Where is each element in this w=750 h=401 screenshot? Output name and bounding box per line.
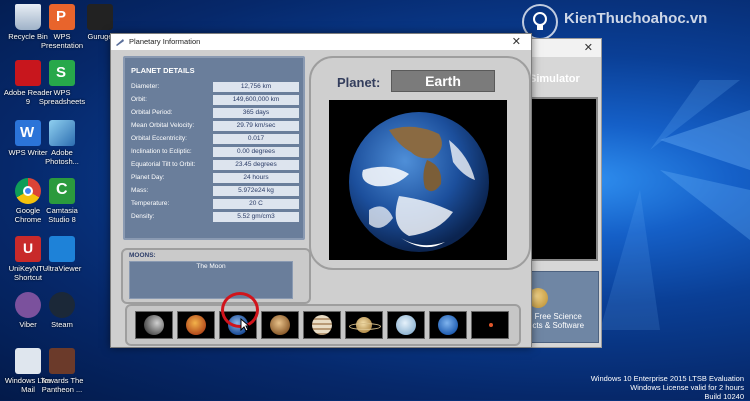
detail-row: Equatorial Tilt to Orbit: 23.45 degrees — [131, 160, 299, 171]
wps-presentation-icon: P — [49, 4, 75, 30]
simulator-display — [528, 97, 598, 261]
detail-value: 5.972e24 kg — [213, 186, 299, 196]
detail-row: Density: 5.52 gm/cm3 — [131, 212, 299, 223]
adobe-photoshop-icon — [49, 120, 75, 146]
detail-row: Mass: 5.972e24 kg — [131, 186, 299, 197]
mouse-cursor-icon — [240, 318, 250, 332]
detail-value: 12,756 km — [213, 82, 299, 92]
pantheon-game-icon — [49, 348, 75, 374]
desktop-icon-pantheon-game[interactable]: Towards The Pantheon ... — [36, 348, 88, 394]
detail-label: Orbit: — [131, 96, 147, 103]
detail-value: 23.45 degrees — [213, 160, 299, 170]
detail-row: Orbit: 149,600,000 km — [131, 95, 299, 106]
detail-label: Planet Day: — [131, 174, 165, 181]
planet-button-uranus[interactable] — [387, 311, 425, 339]
detail-label: Density: — [131, 213, 155, 220]
desktop-icon-label: Adobe Photosh... — [45, 148, 79, 166]
detail-value: 149,600,000 km — [213, 95, 299, 105]
planet-name-display: Earth — [391, 70, 495, 92]
windows-license-text: Windows License valid for 2 hours — [630, 383, 744, 392]
detail-label: Temperature: — [131, 200, 170, 207]
desktop-icon-ultraviewer[interactable]: UltraViewer — [36, 236, 88, 273]
detail-label: Mean Orbital Velocity: — [131, 122, 195, 129]
detail-row: Mean Orbital Velocity: 29.79 km/sec — [131, 121, 299, 132]
detail-label: Orbital Period: — [131, 109, 173, 116]
detail-value: 0.017 — [213, 134, 299, 144]
planetary-information-window[interactable]: Planetary Information ✕ PLANET DETAILS D… — [110, 33, 532, 348]
watermark: KienThuchoahoc.vn — [522, 4, 750, 40]
watermark-text: KienThuchoahoc.vn — [564, 10, 708, 27]
moon-list-item[interactable]: The Moon — [130, 263, 292, 270]
planet-button-mercury[interactable] — [135, 311, 173, 339]
detail-label: Inclination to Ecliptic: — [131, 148, 192, 155]
desktop-icon-label: WPS Spreadsheets — [38, 88, 86, 106]
detail-label: Equatorial Tilt to Orbit: — [131, 161, 196, 168]
wps-spreadsheets-icon: S — [49, 60, 75, 86]
planet-button-pluto[interactable] — [471, 311, 509, 339]
detail-row: Orbital Period: 365 days — [131, 108, 299, 119]
guruge-icon — [87, 4, 113, 30]
desktop-icon-label: UltraViewer — [42, 264, 82, 273]
background-window-close-icon[interactable]: ✕ — [584, 41, 593, 54]
planet-details-panel: PLANET DETAILS Diameter: 12,756 km Orbit:… — [123, 56, 305, 240]
planet-label: Planet: — [337, 75, 381, 90]
moons-panel: MOONS: The Moon — [121, 248, 311, 304]
planet-button-mars[interactable] — [261, 311, 299, 339]
planet-button-neptune[interactable] — [429, 311, 467, 339]
detail-row: Orbital Eccentricity: 0.017 — [131, 134, 299, 145]
desktop-icon-adobe-photoshop[interactable]: Adobe Photosh... — [36, 120, 88, 166]
detail-value: 29.79 km/sec — [213, 121, 299, 131]
desktop-icon-label: Camtasia Studio 8 — [46, 206, 78, 224]
planet-viewer-panel: Planet: Earth — [309, 56, 531, 270]
detail-value: 365 days — [213, 108, 299, 118]
moons-heading: MOONS: — [129, 252, 156, 259]
planet-button-saturn[interactable] — [345, 311, 383, 339]
detail-label: Orbital Eccentricity: — [131, 135, 187, 142]
desktop-icon-steam[interactable]: Steam — [36, 292, 88, 329]
close-icon[interactable]: ✕ — [512, 35, 521, 48]
science-software-promo[interactable]: d Free Science ects & Software — [523, 271, 599, 343]
window-titlebar[interactable]: Planetary Information ✕ — [111, 34, 531, 50]
desktop-icon-camtasia[interactable]: C Camtasia Studio 8 — [36, 178, 88, 224]
windows-edition-text: Windows 10 Enterprise 2015 LTSB Evaluati… — [590, 374, 744, 383]
telescope-icon — [116, 39, 124, 46]
desktop-icon-wps-spreadsheets[interactable]: S WPS Spreadsheets — [36, 60, 88, 106]
desktop-icon-label: Towards The Pantheon ... — [40, 376, 84, 394]
detail-value: 20 C — [213, 199, 299, 209]
windows-license-info: Windows 10 Enterprise 2015 LTSB Evaluati… — [591, 374, 744, 401]
camtasia-icon: C — [49, 178, 75, 204]
detail-row: Planet Day: 24 hours — [131, 173, 299, 184]
detail-value: 5.52 gm/cm3 — [213, 212, 299, 222]
background-window-title: Simulator — [529, 73, 580, 85]
planet-image — [329, 100, 507, 260]
planet-button-jupiter[interactable] — [303, 311, 341, 339]
steam-icon — [49, 292, 75, 318]
window-body: PLANET DETAILS Diameter: 12,756 km Orbit:… — [111, 50, 531, 347]
planet-details-heading: PLANET DETAILS — [131, 66, 195, 75]
detail-row: Inclination to Ecliptic: 0.00 degrees — [131, 147, 299, 158]
desktop-icon-label: Steam — [51, 320, 73, 329]
promo-text: d Free Science ects & Software — [528, 312, 585, 330]
detail-label: Mass: — [131, 187, 149, 194]
detail-label: Diameter: — [131, 83, 160, 90]
detail-row: Temperature: 20 C — [131, 199, 299, 210]
earth-globe-icon — [349, 112, 489, 252]
planet-button-venus[interactable] — [177, 311, 215, 339]
planet-selector — [125, 304, 521, 346]
moons-list[interactable]: The Moon — [129, 261, 293, 299]
detail-value: 24 hours — [213, 173, 299, 183]
detail-value: 0.00 degrees — [213, 147, 299, 157]
detail-row: Diameter: 12,756 km — [131, 82, 299, 93]
window-title: Planetary Information — [129, 37, 201, 46]
ultraviewer-icon — [49, 236, 75, 262]
